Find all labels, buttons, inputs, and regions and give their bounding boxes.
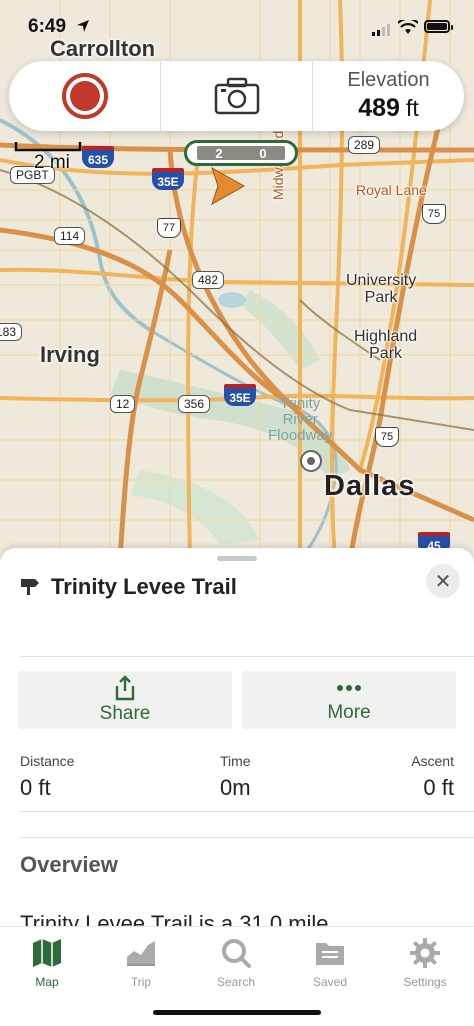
map-shield-183: 183 [0,323,23,341]
stat-value: 0 ft [423,775,454,800]
map-label-highland-park: Highland Park [354,328,418,362]
stat-ascent: Ascent 0 ft [411,753,454,801]
scale-label: 2 mi [34,152,70,173]
map-label-university-park: University Park [346,272,417,306]
tab-label: Settings [403,975,447,989]
map-shield-482: 482 [192,271,225,289]
more-dots-icon [337,685,361,691]
tab-label: Map [35,975,59,989]
divider [20,656,474,657]
map-shield-12: 12 [110,395,136,413]
map-shield-us75-mid: 75 [375,427,399,447]
trip-counter-pill[interactable]: 2 0 [184,140,298,166]
map-label-trinity-river: Trinity River Floodway [268,395,333,444]
more-button[interactable]: More [242,671,456,729]
close-button[interactable]: ✕ [426,564,460,598]
map-label-royal-lane: Royal Lane [356,182,427,198]
map-label-dallas: Dallas [324,470,416,502]
wifi-icon [398,20,418,34]
overview-heading: Overview [20,852,118,877]
battery-icon [424,20,453,33]
trail-sign-icon [21,579,39,595]
stat-value: 0m [220,775,251,800]
close-icon: ✕ [434,570,452,593]
trail-title: Trinity Levee Trail [51,574,237,599]
search-icon [222,939,251,968]
map-label-irving: Irving [40,342,100,367]
record-button[interactable] [61,73,108,119]
elevation-unit: ft [405,95,419,121]
stat-label: Ascent [411,753,454,769]
gear-icon [410,938,440,968]
map-icon [33,939,61,967]
tab-search[interactable]: Search [189,937,283,989]
home-indicator [153,1010,321,1015]
share-icon [115,675,135,701]
elevation-display: Elevation 489 ft [312,61,464,131]
tab-saved[interactable]: Saved [283,937,377,989]
saved-folder-icon [316,943,344,965]
cellular-signal-icon [372,24,390,36]
stat-distance: Distance 0 ft [20,753,74,801]
tab-trip[interactable]: Trip [94,937,188,989]
tab-label: Search [216,975,256,989]
location-services-icon [77,20,89,32]
tab-label: Saved [312,975,348,989]
sheet-grabber[interactable] [217,556,257,561]
divider [20,837,474,838]
trip-chart-icon [127,941,155,966]
tab-settings[interactable]: Settings [378,937,472,989]
stat-label: Time [220,753,251,769]
camera-icon [214,77,259,115]
map-scale: 2 mi [14,140,94,173]
stat-value: 0 ft [20,775,51,800]
tab-label: Trip [130,975,152,989]
map-shield-us77: 77 [157,218,181,238]
more-label: More [327,702,371,723]
counter-digit-1: 2 [215,145,223,161]
map-toolbar: Elevation 489 ft [9,61,464,131]
stat-time: Time 0m [220,753,251,801]
map-shield-356: 356 [178,395,211,413]
tab-map[interactable]: Map [0,937,94,989]
map-shield-289: 289 [348,136,381,154]
elevation-value: 489 [358,94,400,122]
share-button[interactable]: Share [18,671,232,729]
camera-button[interactable] [160,61,312,131]
map-shield-114: 114 [54,227,86,245]
heading-arrow-icon [211,166,246,206]
counter-digit-2: 0 [259,145,267,161]
stat-label: Distance [20,753,75,769]
map-shield-i35e-mid: 35E [224,384,256,406]
status-time: 6:49 [28,16,67,37]
share-label: Share [99,703,151,724]
status-bar: 6:49 [0,0,474,48]
location-target-icon[interactable] [298,448,324,474]
map-shield-us75-top: 75 [422,204,446,224]
elevation-label: Elevation [347,69,430,91]
record-cell[interactable] [9,61,160,131]
map-shield-i35e-top: 35E [152,168,184,190]
divider [20,811,474,812]
